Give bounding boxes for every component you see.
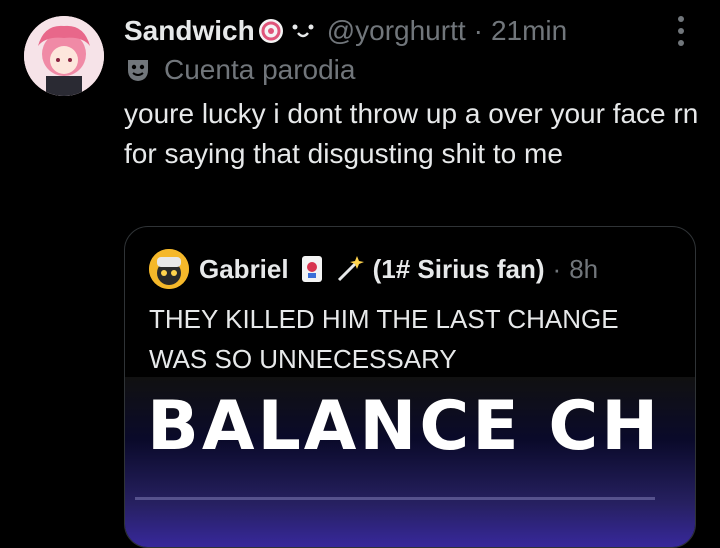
author-handle[interactable]: @yorghurtt <box>327 15 466 47</box>
quoted-author-fan-text: (1# Sirius fan) <box>372 253 545 284</box>
more-options-button[interactable] <box>670 14 692 48</box>
quoted-post-media[interactable]: BALANCE CH <box>125 377 695 547</box>
quoted-post-header: Gabriel (1# Sirius fan) · 8h <box>149 249 598 289</box>
more-options-icon <box>678 16 684 22</box>
separator-dot: · <box>552 253 562 284</box>
media-title-text: BALANCE CH <box>147 387 662 466</box>
post-time[interactable]: 21min <box>491 15 567 47</box>
post-text: youre lucky i dont throw up a over your … <box>124 98 699 169</box>
quoted-author-avatar[interactable] <box>149 249 189 289</box>
media-decoration <box>135 497 655 500</box>
quoted-post-text: THEY KILLED HIM THE LAST CHANGE WAS SO U… <box>149 304 619 374</box>
mask-icon <box>128 60 148 81</box>
parody-label-row: Cuenta parodia <box>124 52 355 88</box>
quoted-post-card[interactable]: Gabriel (1# Sirius fan) · 8h THEY KILLED… <box>124 226 696 548</box>
quoted-post-time[interactable]: 8h <box>569 254 598 285</box>
author-avatar[interactable] <box>24 16 104 96</box>
author-display-name[interactable]: Sandwich <box>124 15 255 47</box>
post-header: Sandwich @yorghurtt · 21min <box>124 12 567 50</box>
magic-wand-icon <box>337 256 364 282</box>
separator-dot: · <box>473 15 483 46</box>
face-deco-icon <box>289 18 317 38</box>
quoted-author-name[interactable]: Gabriel <box>199 254 289 285</box>
swirl-badge-icon <box>257 17 285 45</box>
playing-card-icon <box>301 256 322 282</box>
parody-label: Cuenta parodia <box>164 54 356 85</box>
